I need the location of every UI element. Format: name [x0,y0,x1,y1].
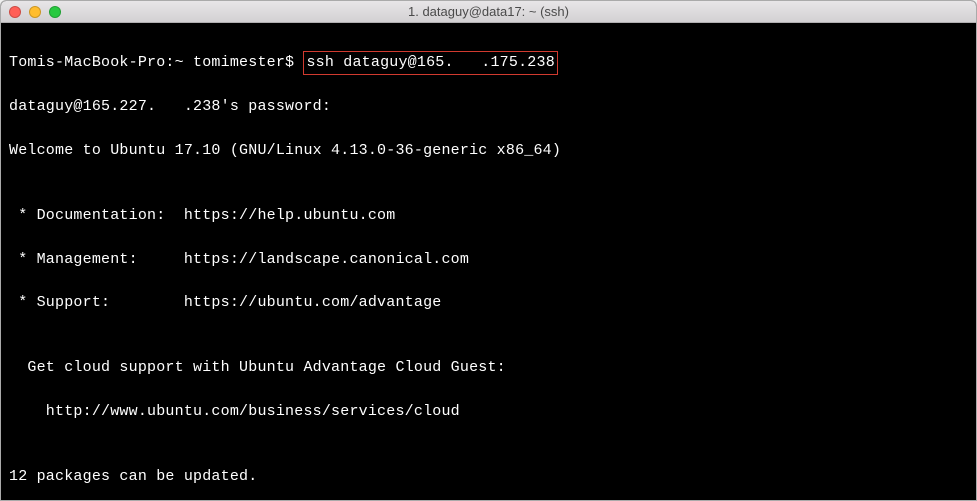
terminal-line: * Management: https://landscape.canonica… [9,249,968,271]
highlighted-command: ssh dataguy@165. .175.238 [303,51,557,75]
terminal-line: Welcome to Ubuntu 17.10 (GNU/Linux 4.13.… [9,140,968,162]
terminal-line: 12 packages can be updated. [9,466,968,488]
terminal-body[interactable]: Tomis-MacBook-Pro:~ tomimester$ ssh data… [1,23,976,501]
titlebar: 1. dataguy@data17: ~ (ssh) [1,1,976,23]
terminal-line: Tomis-MacBook-Pro:~ tomimester$ ssh data… [9,51,968,75]
terminal-line: http://www.ubuntu.com/business/services/… [9,401,968,423]
close-icon[interactable] [9,6,21,18]
maximize-icon[interactable] [49,6,61,18]
terminal-line: * Support: https://ubuntu.com/advantage [9,292,968,314]
terminal-line: Get cloud support with Ubuntu Advantage … [9,357,968,379]
terminal-line: dataguy@165.227. .238's password: [9,96,968,118]
terminal-line: * Documentation: https://help.ubuntu.com [9,205,968,227]
terminal-window: 1. dataguy@data17: ~ (ssh) Tomis-MacBook… [0,0,977,501]
shell-prompt: Tomis-MacBook-Pro:~ tomimester$ [9,54,294,71]
window-title: 1. dataguy@data17: ~ (ssh) [1,4,976,19]
minimize-icon[interactable] [29,6,41,18]
traffic-lights [1,6,61,18]
